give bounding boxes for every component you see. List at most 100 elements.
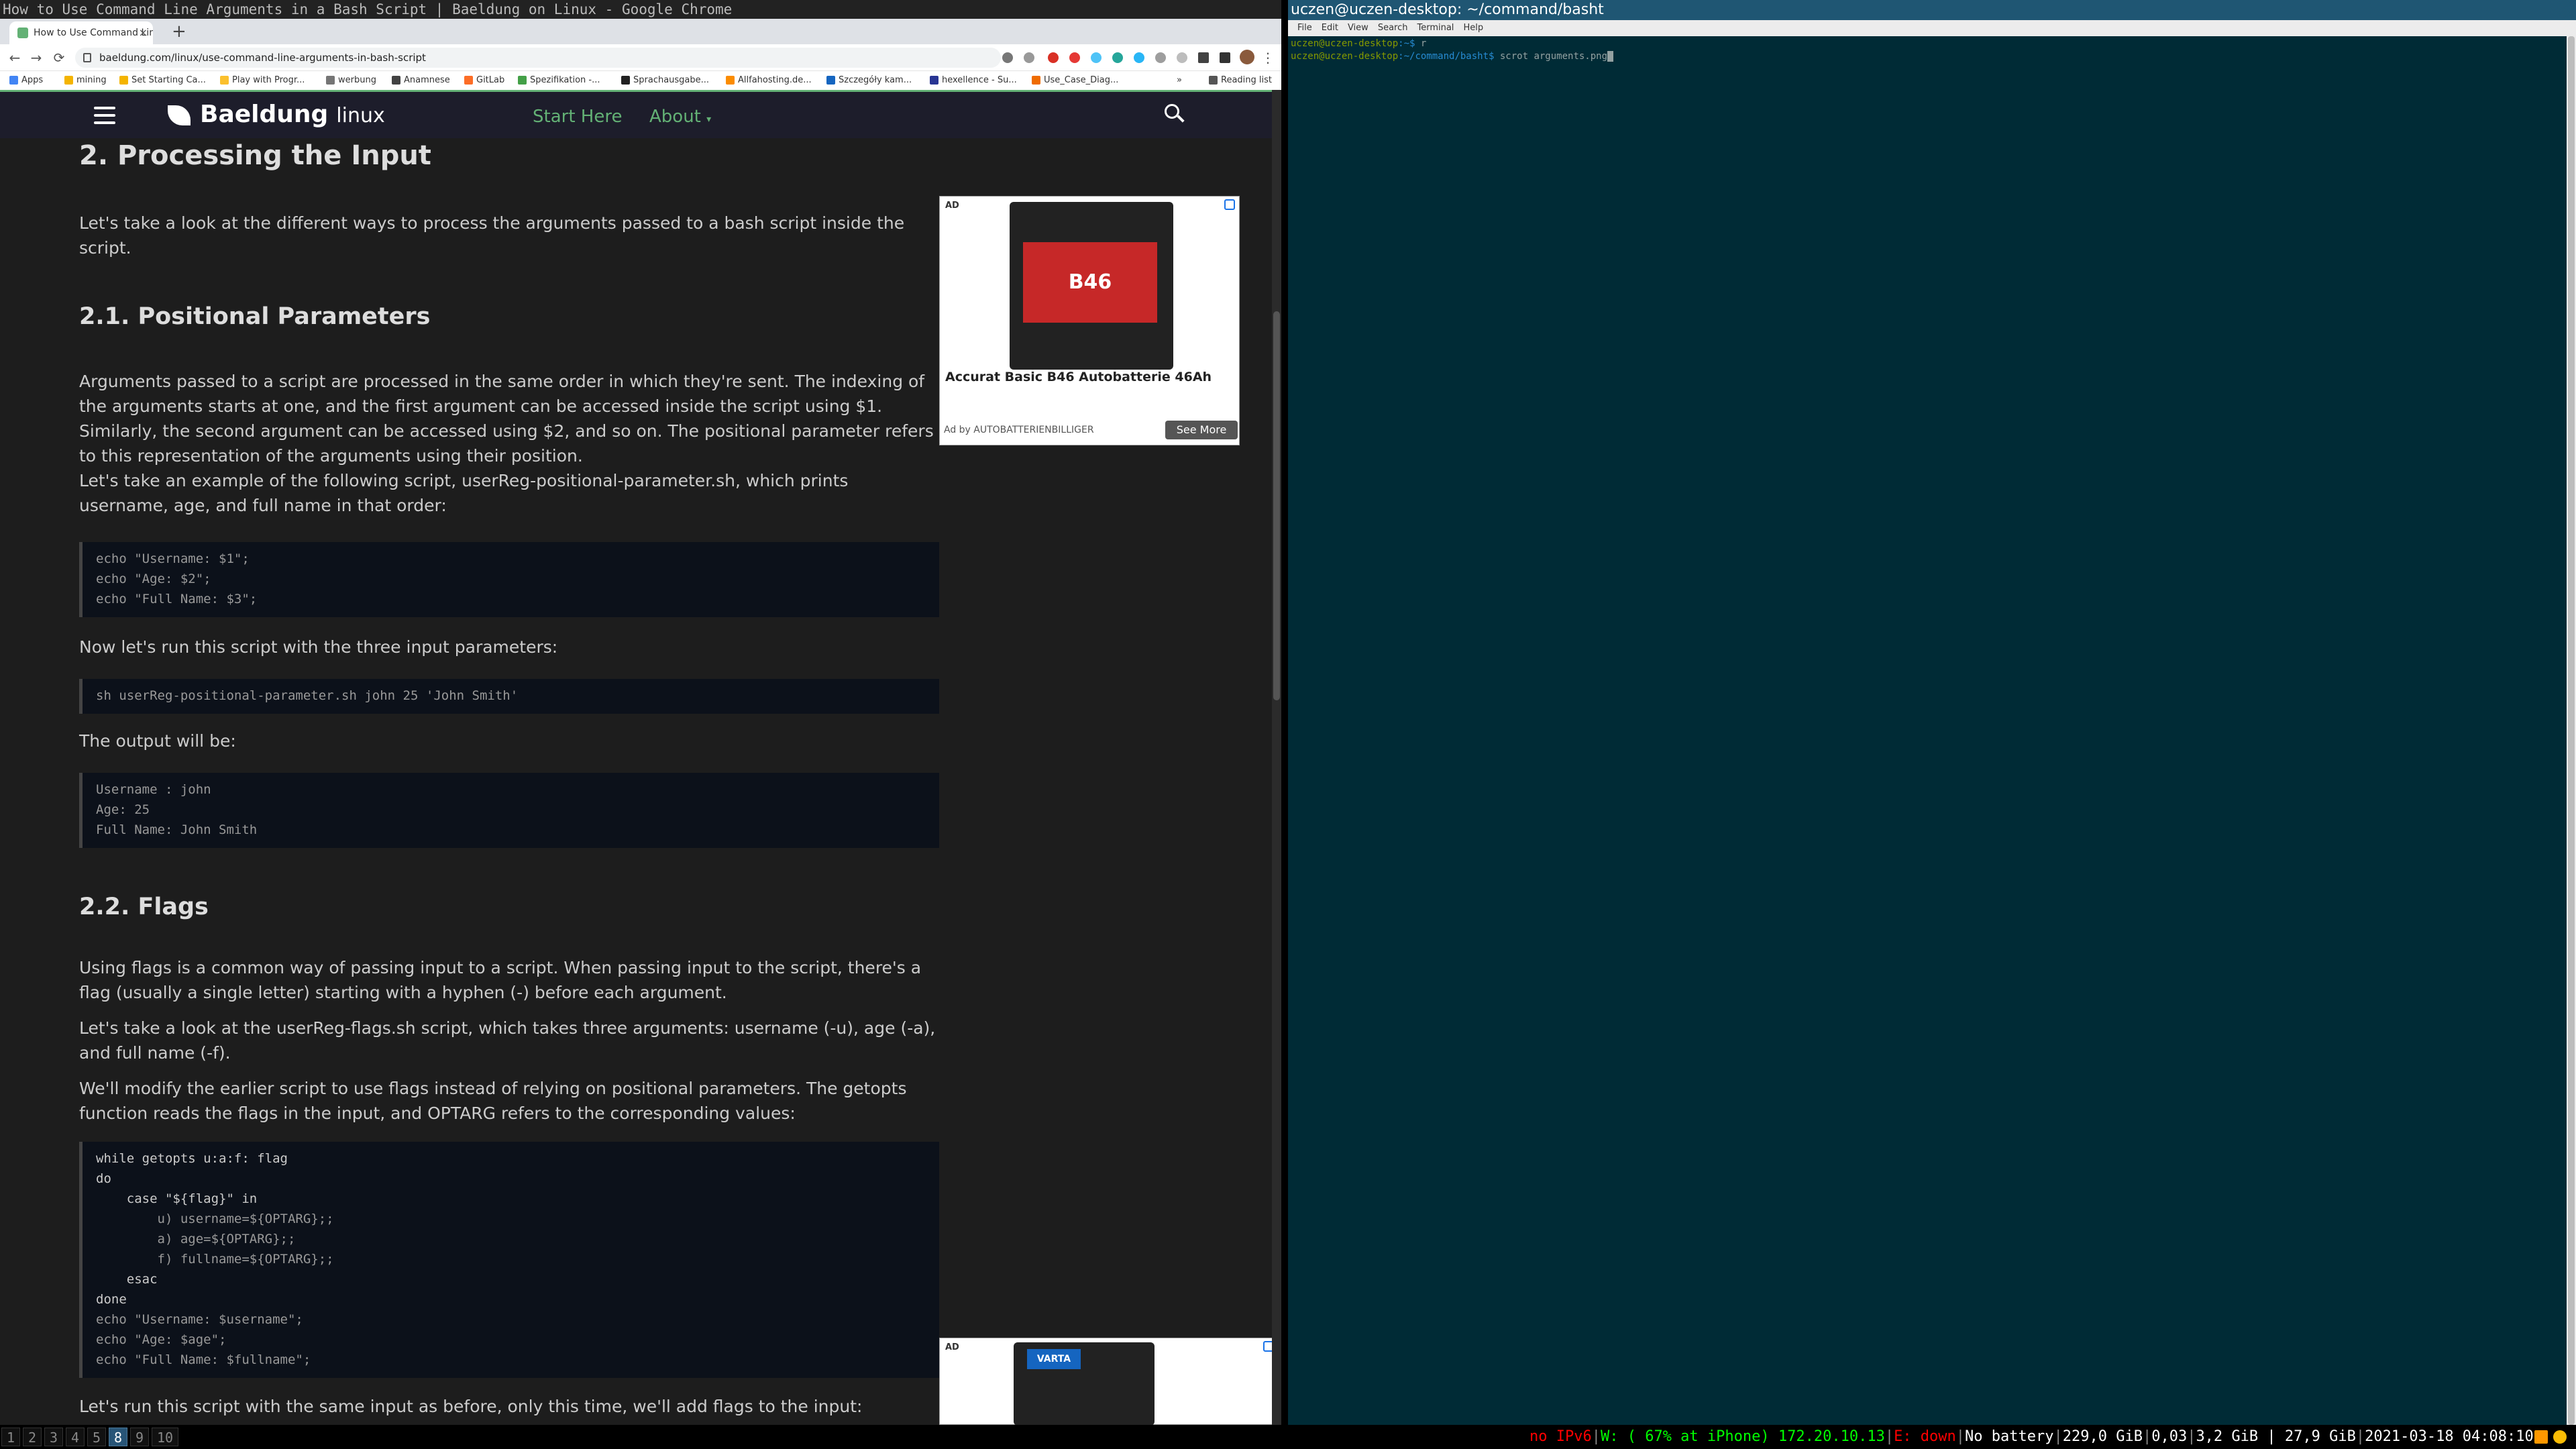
car-battery-image[interactable]: B46 — [1010, 202, 1173, 370]
status-bar: 1 2 3 4 5 8 9 10 no IPv6|W: ( 67% at iPh… — [0, 1425, 2576, 1449]
extension-icon[interactable] — [1091, 52, 1102, 63]
paragraph: Let's run this script with the same inpu… — [79, 1397, 863, 1416]
menu-edit[interactable]: Edit — [1322, 20, 1338, 36]
advertisement[interactable]: AD VARTA — [939, 1338, 1279, 1425]
terminal-menubar: File Edit View Search Terminal Help — [1288, 20, 2576, 36]
terminal-scrollbar[interactable] — [2567, 36, 2576, 1425]
nav-start-here[interactable]: Start Here — [533, 107, 622, 127]
address-bar[interactable]: baeldung.com/linux/use-command-line-argu… — [75, 48, 1001, 68]
status-info: no IPv6|W: ( 67% at iPhone) 172.20.10.13… — [1529, 1428, 2534, 1445]
bookmark-item[interactable]: Apps — [8, 71, 43, 90]
command-text: r — [1420, 38, 1427, 49]
reading-list-button[interactable]: Reading list — [1208, 71, 1272, 90]
bookmark-item[interactable]: mining — [63, 71, 107, 90]
workspace-button[interactable]: 5 — [87, 1428, 106, 1446]
subsection-heading: 2.2. Flags — [79, 894, 209, 920]
see-more-button[interactable]: See More — [1165, 421, 1238, 439]
code-block: Username : john Age: 25 Full Name: John … — [79, 773, 939, 848]
search-icon[interactable] — [1165, 104, 1185, 124]
terminal-output[interactable]: uczen@uczen-desktop:~$ r uczen@uczen-des… — [1291, 38, 1614, 63]
ad-title[interactable]: Accurat Basic B46 Autobatterie 46Ah — [945, 370, 1212, 384]
desktop: How to Use Command Line Arguments in a B… — [0, 0, 2576, 1449]
reload-button[interactable]: ⟳ — [50, 48, 68, 67]
extension-icon[interactable] — [1112, 52, 1123, 63]
page-scrollbar[interactable] — [1272, 90, 1281, 1425]
bookmark-item[interactable]: Spezifikation -... — [517, 71, 600, 90]
browser-tab[interactable]: How to Use Command Lin × — [9, 21, 153, 44]
wifi-status: W: ( 67% at iPhone) 172.20.10.13 — [1600, 1428, 1885, 1445]
linux-penguin-label: linux — [336, 104, 385, 127]
new-tab-button[interactable]: + — [172, 23, 186, 40]
zoom-icon[interactable] — [1002, 52, 1013, 63]
menu-terminal[interactable]: Terminal — [1417, 20, 1454, 36]
code-block: sh userReg-positional-parameter.sh john … — [79, 679, 939, 714]
bookmark-item[interactable]: Set Starting Ca... — [118, 71, 206, 90]
terminal-title: uczen@uczen-desktop: ~/command/basht — [1288, 0, 2576, 20]
forward-button[interactable]: → — [27, 48, 46, 67]
extension-icon[interactable] — [1069, 52, 1080, 63]
chevron-down-icon: ▾ — [706, 114, 712, 125]
paragraph: We'll modify the earlier script to use f… — [79, 1079, 907, 1123]
bookmark-item[interactable]: Szczegóły kam... — [825, 71, 912, 90]
bookmark-item[interactable]: Play with Progr... — [219, 71, 305, 90]
workspace-button[interactable]: 3 — [44, 1428, 63, 1446]
terminal-window: uczen@uczen-desktop: ~/command/basht Fil… — [1288, 0, 2576, 1425]
more-bookmarks-button[interactable]: » — [1177, 71, 1182, 90]
workspace-button[interactable]: 9 — [130, 1428, 149, 1446]
disk-status: 229,0 GiB — [2062, 1428, 2143, 1445]
puzzle-icon[interactable] — [1220, 52, 1230, 63]
paragraph: Arguments passed to a script are process… — [79, 372, 934, 466]
workspace-button-active[interactable]: 8 — [109, 1428, 127, 1446]
scrollbar-thumb[interactable] — [2568, 36, 2575, 1425]
scrollbar-thumb[interactable] — [1273, 311, 1280, 700]
tab-close-icon[interactable]: × — [139, 21, 148, 44]
workspace-button[interactable]: 1 — [1, 1428, 20, 1446]
menu-file[interactable]: File — [1297, 20, 1312, 36]
varta-brand-label: VARTA — [1027, 1349, 1081, 1369]
bookmark-item[interactable]: GitLab — [463, 71, 504, 90]
section-heading: 2. Processing the Input — [79, 140, 431, 171]
workspace-button[interactable]: 4 — [66, 1428, 85, 1446]
workspace-button[interactable]: 10 — [152, 1428, 178, 1446]
extension-icon[interactable] — [1134, 52, 1144, 63]
bookmark-item[interactable]: werbung — [325, 71, 376, 90]
nav-about[interactable]: About ▾ — [649, 107, 711, 129]
battery-badge: B46 — [1023, 242, 1157, 323]
adchoices-icon[interactable] — [1224, 199, 1235, 210]
code-block: echo "Username: $1"; echo "Age: $2"; ech… — [79, 542, 939, 617]
command-text: scrot arguments.png — [1499, 51, 1608, 62]
ethernet-status: E: down — [1894, 1428, 1956, 1445]
bookmark-star-icon[interactable] — [1024, 52, 1034, 63]
workspace-button[interactable]: 2 — [23, 1428, 42, 1446]
clock: 2021-03-18 04:08:10 — [2365, 1428, 2534, 1445]
ad-advertiser: Ad by AUTOBATTERIENBILLIGER — [944, 425, 1094, 435]
browser-window-title: How to Use Command Line Arguments in a B… — [0, 0, 1281, 19]
menu-dots-icon[interactable]: ⋮ — [1258, 48, 1277, 67]
baeldung-favicon-icon — [17, 28, 28, 38]
extension-icon[interactable] — [1177, 52, 1187, 63]
chrome-tray-icon[interactable] — [2553, 1430, 2567, 1444]
paragraph: Let's take a look at the different ways … — [79, 213, 905, 258]
menu-view[interactable]: View — [1348, 20, 1368, 36]
vlc-tray-icon[interactable] — [2534, 1430, 2548, 1444]
advertisement[interactable]: AD B46 Accurat Basic B46 Autobatterie 46… — [939, 196, 1240, 445]
bookmark-item[interactable]: hexellence - Su... — [928, 71, 1017, 90]
back-button[interactable]: ← — [5, 48, 24, 67]
site-header: Baeldung linux Start Here About ▾ — [0, 90, 1272, 138]
paragraph: Let's take a look at the userReg-flags.s… — [79, 1018, 936, 1063]
menu-help[interactable]: Help — [1463, 20, 1483, 36]
bookmark-item[interactable]: Use_Case_Diag... — [1030, 71, 1118, 90]
menu-search[interactable]: Search — [1378, 20, 1408, 36]
battery-status: No battery — [1965, 1428, 2054, 1445]
car-battery-image[interactable]: VARTA — [1014, 1342, 1155, 1425]
ipv6-status: no IPv6 — [1529, 1428, 1592, 1445]
bookmark-item[interactable]: Anamnese — [390, 71, 450, 90]
bookmark-item[interactable]: Allfahosting.de... — [724, 71, 812, 90]
bookmark-item[interactable]: Sprachausgabe... — [620, 71, 709, 90]
extension-icon[interactable] — [1155, 52, 1166, 63]
extension-icon[interactable] — [1198, 52, 1209, 63]
profile-avatar[interactable] — [1240, 50, 1254, 64]
baeldung-logo[interactable]: Baeldung linux — [168, 101, 385, 129]
hamburger-menu-icon[interactable] — [94, 107, 115, 124]
extension-icon[interactable] — [1048, 52, 1059, 63]
